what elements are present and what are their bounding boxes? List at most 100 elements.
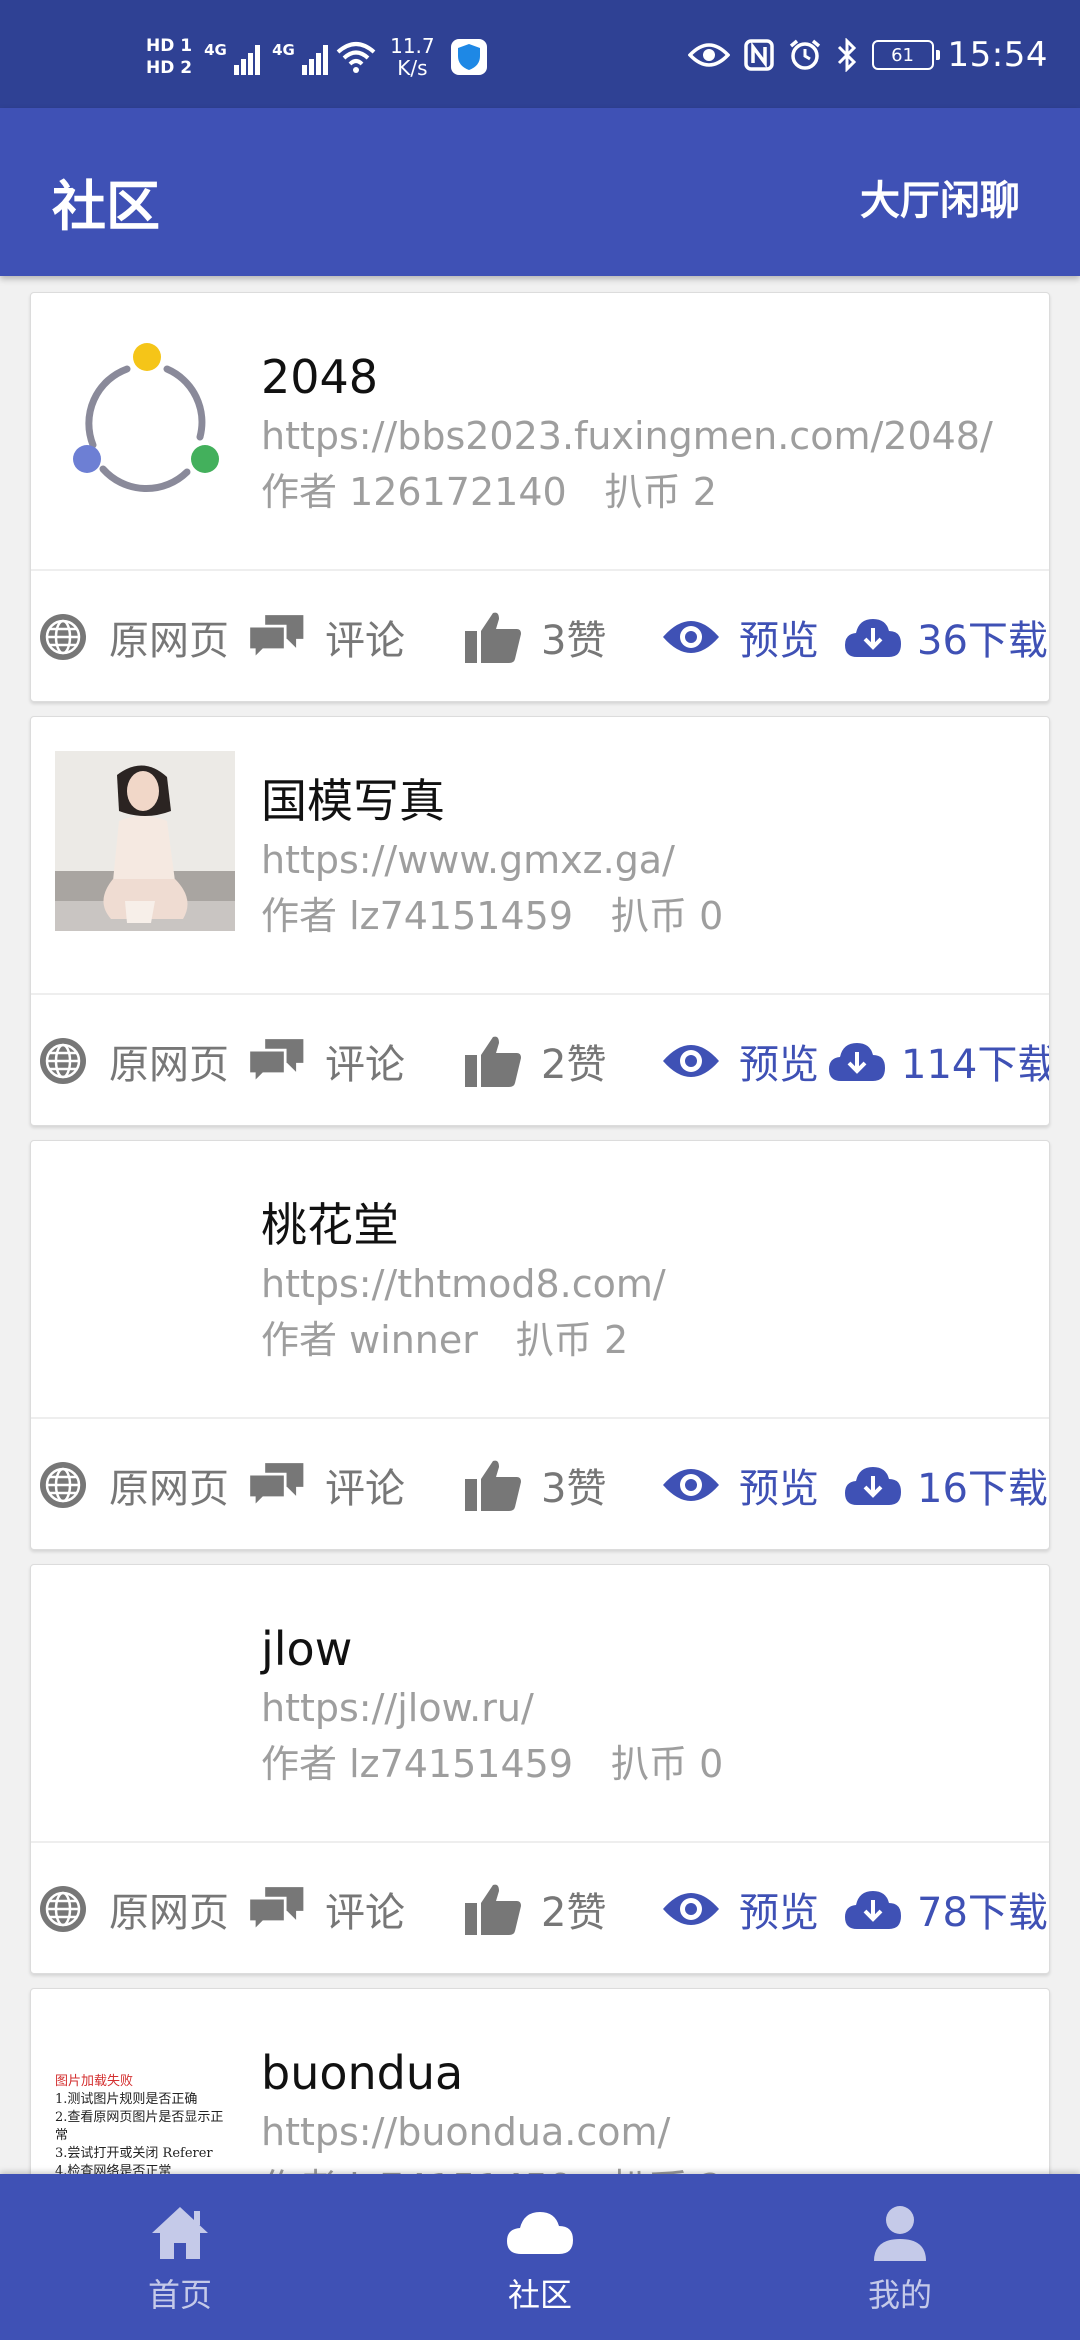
post-coins: 扒币 2	[515, 1318, 629, 1362]
clock: 15:54	[947, 35, 1048, 75]
eye-icon	[661, 1455, 721, 1515]
battery-icon: 61	[871, 40, 940, 70]
post-list[interactable]: 2048 https://bbs2023.fuxingmen.com/2048/…	[0, 276, 1080, 2174]
download-count: 36下载	[917, 618, 1048, 664]
bottom-navigation: 首页 社区 我的	[0, 2174, 1080, 2340]
nav-community[interactable]: 社区	[360, 2174, 720, 2340]
post-thumbnail[interactable]	[55, 1175, 235, 1355]
like-count: 3赞	[541, 1466, 607, 1512]
preview-button[interactable]: 预览	[661, 601, 819, 673]
card-actions: 原网页 评论 2赞 预览 78下载	[31, 1843, 1049, 1973]
original-page-label: 原网页	[109, 1466, 229, 1512]
post-thumbnail[interactable]	[55, 751, 235, 931]
hd-indicators: HD 1 HD 2	[146, 37, 192, 77]
download-button[interactable]: 78下载	[843, 1873, 1048, 1945]
nav-home-label: 首页	[147, 2276, 212, 2314]
post-coins: 扒币 0	[611, 1742, 724, 1786]
thumbs-up-icon	[463, 1879, 523, 1939]
post-url[interactable]: https://bbs2023.fuxingmen.com/2048/	[261, 407, 1029, 465]
post-thumbnail-error[interactable]: 图片加载失败 1.测试图片规则是否正确 2.查看原网页图片是否显示正常 3.尝试…	[55, 2023, 235, 2174]
photo-thumbnail	[55, 751, 235, 931]
post-title[interactable]: buondua	[261, 2043, 1029, 2103]
post-url[interactable]: https://jlow.ru/	[261, 1679, 1029, 1737]
logo-icon	[73, 343, 219, 493]
post-title[interactable]: 桃花堂	[261, 1195, 1029, 1255]
like-button[interactable]: 2赞	[463, 1025, 606, 1097]
post-title[interactable]: jlow	[261, 1619, 1029, 1679]
page-title: 社区	[52, 175, 160, 238]
alarm-icon	[789, 39, 820, 70]
home-icon	[150, 2198, 210, 2268]
preview-label: 预览	[739, 618, 819, 664]
post-card[interactable]: 国模写真 https://www.gmxz.ga/ 作者 lz74151459 扒…	[30, 716, 1050, 1126]
signal-icon: 4G	[272, 39, 329, 75]
post-coins: 扒币 2	[611, 2166, 723, 2174]
download-button[interactable]: 16下载	[843, 1449, 1048, 1521]
download-count: 78下载	[917, 1890, 1048, 1936]
wifi-icon	[336, 42, 376, 73]
original-page-label: 原网页	[109, 1890, 229, 1936]
original-page-button[interactable]: 原网页	[33, 601, 229, 673]
nav-home[interactable]: 首页	[0, 2174, 360, 2340]
lobby-chat-button[interactable]: 大厅闲聊	[860, 168, 1020, 226]
post-url[interactable]: https://thtmod8.com/	[261, 1255, 1029, 1313]
comment-button[interactable]: 评论	[247, 1449, 405, 1521]
person-icon	[870, 2198, 930, 2268]
post-thumbnail[interactable]	[55, 1599, 235, 1779]
app-bar: 社区 大厅闲聊	[0, 108, 1080, 276]
preview-button[interactable]: 预览	[661, 1873, 819, 1945]
eye-icon	[661, 1031, 721, 1091]
comment-label: 评论	[325, 1042, 405, 1088]
network-speed: 11.7 K/s	[390, 35, 435, 79]
post-card[interactable]: 2048 https://bbs2023.fuxingmen.com/2048/…	[30, 292, 1050, 702]
post-card[interactable]: 图片加载失败 1.测试图片规则是否正确 2.查看原网页图片是否显示正常 3.尝试…	[30, 1988, 1050, 2174]
original-page-button[interactable]: 原网页	[33, 1025, 229, 1097]
post-thumbnail[interactable]	[55, 327, 235, 507]
comment-button[interactable]: 评论	[247, 1025, 405, 1097]
preview-label: 预览	[739, 1466, 819, 1512]
post-meta: 作者 lz74151459 扒币 2	[261, 2161, 1029, 2174]
post-url[interactable]: https://www.gmxz.ga/	[261, 831, 1029, 889]
post-title[interactable]: 2048	[261, 347, 1029, 407]
card-actions: 原网页 评论 3赞 预览 16下载	[31, 1419, 1049, 1549]
cloud-icon	[505, 2198, 575, 2268]
like-button[interactable]: 2赞	[463, 1873, 606, 1945]
post-card[interactable]: 桃花堂 https://thtmod8.com/ 作者 winner 扒币 2 原…	[30, 1140, 1050, 1550]
preview-label: 预览	[739, 1042, 819, 1088]
post-author: 作者 lz74151459	[261, 2166, 573, 2174]
preview-button[interactable]: 预览	[661, 1449, 819, 1521]
post-card[interactable]: jlow https://jlow.ru/ 作者 lz74151459 扒币 0 …	[30, 1564, 1050, 1974]
like-count: 3赞	[541, 618, 607, 664]
nav-mine-label: 我的	[867, 2276, 932, 2314]
download-button[interactable]: 36下载	[843, 601, 1048, 673]
post-title[interactable]: 国模写真	[261, 771, 1029, 831]
original-page-button[interactable]: 原网页	[33, 1449, 229, 1521]
thumbs-up-icon	[463, 1031, 523, 1091]
like-button[interactable]: 3赞	[463, 1449, 606, 1521]
nfc-icon	[743, 39, 774, 71]
post-url[interactable]: https://buondua.com/	[261, 2103, 1029, 2161]
post-author: 作者 winner	[261, 1318, 478, 1362]
thumb-error-title: 图片加载失败	[55, 2074, 134, 2089]
download-button[interactable]: 114下载	[827, 1025, 1049, 1097]
cloud-download-icon	[843, 607, 903, 667]
signal-icon: 4G	[204, 39, 261, 75]
post-meta: 作者 winner 扒币 2	[261, 1313, 1029, 1367]
original-page-button[interactable]: 原网页	[33, 1873, 229, 1945]
original-page-label: 原网页	[109, 618, 229, 664]
post-author: 作者 lz74151459	[261, 1742, 573, 1786]
original-page-label: 原网页	[109, 1042, 229, 1088]
post-meta: 作者 126172140 扒币 2	[261, 465, 1029, 519]
comment-button[interactable]: 评论	[247, 1873, 405, 1945]
eye-comfort-icon	[687, 43, 730, 67]
nav-mine[interactable]: 我的	[720, 2174, 1080, 2340]
comment-button[interactable]: 评论	[247, 601, 405, 673]
like-button[interactable]: 3赞	[463, 601, 606, 673]
comment-icon	[247, 607, 307, 667]
network-type-label: 4G	[272, 41, 295, 59]
cloud-download-icon	[843, 1879, 903, 1939]
comment-label: 评论	[325, 1890, 405, 1936]
post-meta: 作者 lz74151459 扒币 0	[261, 1737, 1029, 1791]
thumb-error-line: 4.检查网络是否正常	[55, 2164, 172, 2174]
preview-button[interactable]: 预览	[661, 1025, 819, 1097]
